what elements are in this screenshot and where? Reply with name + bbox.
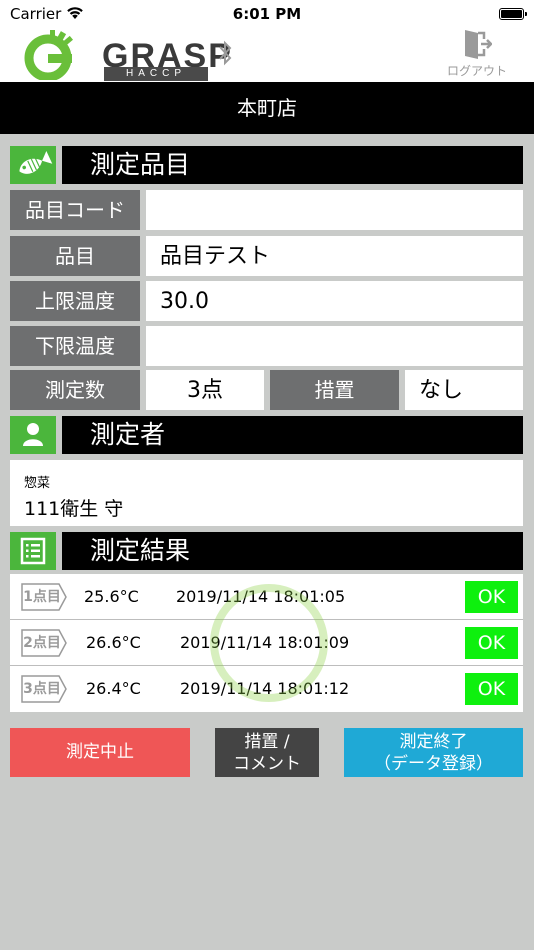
battery-icon xyxy=(499,8,527,20)
action-button-line2: コメント xyxy=(233,754,301,774)
logo-subtitle: HACCP xyxy=(104,67,208,81)
results-section-title: 測定結果 xyxy=(62,532,523,570)
finish-button-line1: 測定終了 xyxy=(399,732,468,752)
item-section-header: 測定品目 xyxy=(10,146,523,184)
point-label: 1点目 xyxy=(23,589,61,605)
measurer-info: 惣菜 111衛生 守 xyxy=(10,460,523,526)
action-label: 措置 xyxy=(270,370,399,410)
temperature-value: 26.6°C xyxy=(86,633,141,652)
measurer-section-header: 測定者 xyxy=(10,416,523,454)
content-area: 測定品目 品目コード 品目 品目テスト 上限温度 30.0 下限温度 測定数 3… xyxy=(0,134,534,950)
point-label: 2点目 xyxy=(23,635,61,651)
fish-icon xyxy=(10,146,56,184)
app-header: GRASP HACCP ログアウト xyxy=(0,28,534,82)
ok-badge: OK xyxy=(465,673,518,705)
list-icon xyxy=(10,532,56,570)
grasp-logo: GRASP HACCP xyxy=(22,30,242,81)
bluetooth-icon xyxy=(218,40,232,70)
status-bar: Carrier 6:01 PM xyxy=(0,0,534,28)
count-label: 測定数 xyxy=(10,370,140,410)
stop-measurement-button[interactable]: 測定中止 xyxy=(10,728,190,777)
store-title: 本町店 xyxy=(0,82,534,134)
logo-mark-icon xyxy=(24,30,73,80)
upper-temp-field[interactable]: 30.0 xyxy=(146,281,523,321)
item-field[interactable]: 品目テスト xyxy=(146,236,523,276)
action-button-line1: 措置 / xyxy=(244,732,290,752)
finish-measurement-button[interactable]: 測定終了 （データ登録） xyxy=(344,728,523,777)
item-code-label: 品目コード xyxy=(10,190,140,230)
item-label: 品目 xyxy=(10,236,140,276)
ok-badge: OK xyxy=(465,627,518,659)
count-value: 3点 xyxy=(146,370,264,410)
lower-temp-field[interactable] xyxy=(146,326,523,366)
logout-button[interactable]: ログアウト xyxy=(442,28,512,82)
ok-badge: OK xyxy=(465,581,518,613)
point-badge: 1点目 xyxy=(21,583,67,611)
temperature-value: 26.4°C xyxy=(86,679,141,698)
item-code-field[interactable] xyxy=(146,190,523,230)
clock: 6:01 PM xyxy=(232,5,302,23)
temperature-value: 25.6°C xyxy=(84,587,139,606)
action-value: なし xyxy=(405,370,523,410)
measurer-section-title: 測定者 xyxy=(62,416,523,454)
measurer-name: 111衛生 守 xyxy=(24,498,124,520)
upper-temp-label: 上限温度 xyxy=(10,281,140,321)
item-section-title: 測定品目 xyxy=(62,146,523,184)
person-icon xyxy=(10,416,56,454)
point-badge: 2点目 xyxy=(21,629,67,657)
point-badge: 3点目 xyxy=(21,675,67,703)
results-section-header: 測定結果 xyxy=(10,532,523,570)
measurer-department: 惣菜 xyxy=(24,476,51,491)
door-exit-icon xyxy=(465,30,492,59)
touch-indicator xyxy=(210,584,328,702)
logout-label: ログアウト xyxy=(446,64,507,78)
lower-temp-label: 下限温度 xyxy=(10,326,140,366)
finish-button-line2: （データ登録） xyxy=(374,754,493,774)
action-comment-button[interactable]: 措置 / コメント xyxy=(215,728,319,777)
point-label: 3点目 xyxy=(23,681,61,697)
